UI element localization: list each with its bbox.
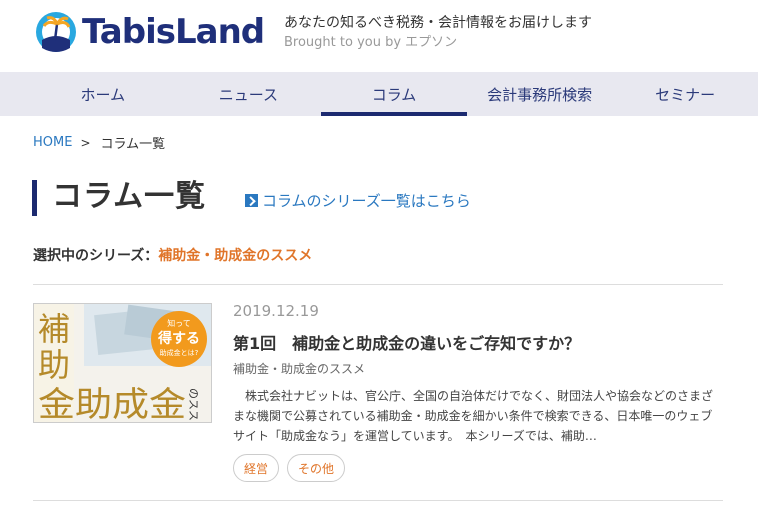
nav-item-column[interactable]: コラム <box>321 72 467 116</box>
nav-item-office-search[interactable]: 会計事務所検索 <box>467 72 613 116</box>
article-thumbnail[interactable]: 補 助 金助成金 のススメ 知って 得する 助成金とは? <box>33 303 212 423</box>
thumb-char-2: 助 <box>38 346 70 384</box>
article-title[interactable]: 第1回 補助金と助成金の違いをご存知ですか？ <box>233 330 580 354</box>
page-title: コラム一覧 <box>52 179 207 214</box>
main-nav: ホーム ニュース コラム 会計事務所検索 セミナー <box>0 72 758 116</box>
breadcrumb-current: コラム一覧 <box>100 137 166 152</box>
breadcrumb-separator: > <box>80 135 91 150</box>
title-accent-bar <box>32 180 37 216</box>
series-list-link[interactable]: コラムのシリーズ一覧はこちら <box>245 190 471 211</box>
article-date: 2019.12.19 <box>233 302 319 320</box>
breadcrumb: HOME > コラム一覧 <box>33 133 165 152</box>
selected-series-label: 選択中のシリーズ： <box>33 248 159 264</box>
thumb-suffix: のススメ <box>187 388 200 423</box>
thumb-badge-mid: 得する <box>157 330 200 347</box>
article-tags: 経営 その他 <box>233 454 346 482</box>
site-logo[interactable]: TabisLand <box>34 10 265 54</box>
logo-text: TabisLand <box>82 12 265 52</box>
palm-tree-logo-icon <box>34 10 78 54</box>
thumb-main-text: 金助成金 <box>38 385 186 423</box>
thumb-badge-top: 知って <box>167 318 191 328</box>
site-header: TabisLand あなたの知るべき税務・会計情報をお届けします Brought… <box>0 0 758 72</box>
thumb-badge-bottom: 助成金とは? <box>160 348 199 357</box>
selected-series-value: 補助金・助成金のススメ <box>158 248 313 264</box>
site-tagline: あなたの知るべき税務・会計情報をお届けします Brought to you by… <box>284 14 592 52</box>
tag-other[interactable]: その他 <box>287 454 346 482</box>
tagline-main: あなたの知るべき税務・会計情報をお届けします <box>284 15 592 31</box>
breadcrumb-home-link[interactable]: HOME <box>33 135 72 150</box>
selected-series: 選択中のシリーズ： 補助金・助成金のススメ <box>33 245 312 265</box>
nav-item-news[interactable]: ニュース <box>176 72 322 116</box>
nav-item-home[interactable]: ホーム <box>30 72 176 116</box>
article-excerpt: 株式会社ナビットは、官公庁、全国の自治体だけでなく、財団法人や協会などのさまざま… <box>233 389 714 443</box>
article-series: 補助金・助成金のススメ <box>233 362 366 376</box>
chevron-right-icon <box>245 194 258 207</box>
tagline-sub: Brought to you by エプソン <box>284 35 458 50</box>
thumb-char-1: 補 <box>38 310 70 348</box>
divider-bottom <box>33 500 723 501</box>
nav-item-seminar[interactable]: セミナー <box>612 72 758 116</box>
divider-top <box>33 284 723 285</box>
series-list-link-label: コラムのシリーズ一覧はこちら <box>262 192 471 210</box>
tag-management[interactable]: 経営 <box>233 454 280 482</box>
